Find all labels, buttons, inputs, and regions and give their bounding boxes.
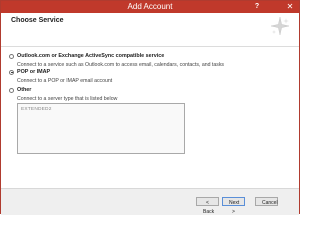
help-icon[interactable]: ?: [251, 1, 263, 13]
page-title: Choose Service: [11, 17, 64, 24]
cancel-button[interactable]: Cancel: [255, 197, 278, 206]
option-label[interactable]: POP or IMAP: [17, 69, 50, 75]
radio-pop-imap[interactable]: [9, 69, 14, 75]
back-button[interactable]: < Back: [196, 197, 219, 215]
sparkle-icon: [270, 16, 290, 36]
option-description: Connect to a POP or IMAP email account: [17, 78, 113, 84]
option-outlook-activesync[interactable]: Outlook.com or Exchange ActiveSync compa…: [9, 53, 164, 59]
option-label[interactable]: Outlook.com or Exchange ActiveSync compa…: [17, 53, 164, 59]
option-description: Connect to a server type that is listed …: [17, 96, 118, 102]
option-pop-imap[interactable]: POP or IMAP: [9, 69, 50, 75]
dialog-header: Choose Service: [1, 13, 299, 47]
dialog-footer: < Back Next > Cancel: [1, 188, 299, 215]
option-description: Connect to a service such as Outlook.com…: [17, 62, 225, 68]
service-options: Outlook.com or Exchange ActiveSync compa…: [1, 47, 299, 188]
list-item[interactable]: EXTENDED2: [21, 107, 52, 112]
radio-other[interactable]: [9, 87, 14, 93]
next-button[interactable]: Next >: [222, 197, 245, 215]
radio-outlook-activesync[interactable]: [9, 53, 14, 59]
server-type-list[interactable]: EXTENDED2: [17, 103, 185, 154]
title-bar[interactable]: Add Account ? ✕: [1, 1, 299, 13]
close-icon[interactable]: ✕: [284, 1, 296, 13]
option-label[interactable]: Other: [17, 87, 31, 93]
add-account-dialog: Add Account ? ✕ Choose Service Outlook.c…: [0, 0, 300, 215]
option-other[interactable]: Other: [9, 87, 31, 93]
